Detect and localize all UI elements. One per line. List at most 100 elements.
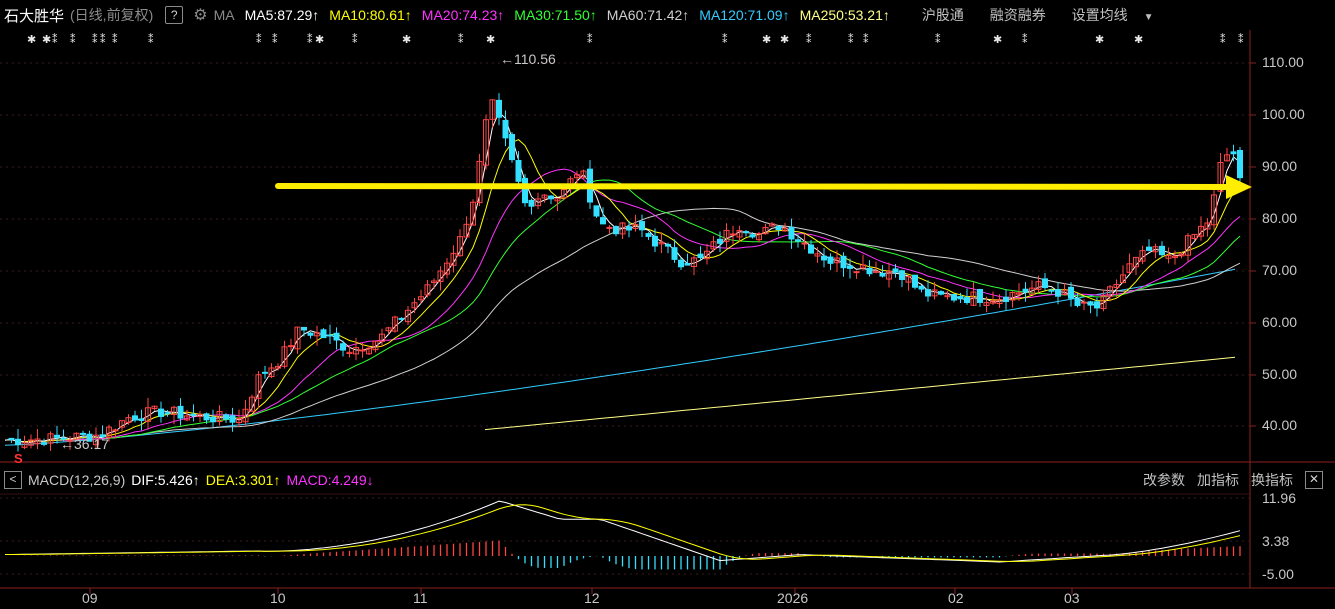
macd-tick-top: 11.96: [1262, 490, 1296, 506]
candle-body: [645, 233, 652, 237]
candle-body: [801, 242, 808, 245]
low-price-label: ←36.17: [60, 436, 109, 452]
candle-body: [775, 226, 782, 231]
price-tick-label: 90.00: [1262, 158, 1298, 174]
candle-body: [210, 416, 216, 423]
candle-body: [1003, 296, 1009, 303]
candle-body: [795, 239, 801, 242]
price-tick-label: 100.00: [1262, 106, 1305, 122]
price-tick-label: 80.00: [1262, 210, 1298, 226]
candle-body: [262, 371, 268, 374]
candle-body: [158, 408, 164, 417]
candle-body: [1048, 289, 1055, 292]
candle-body: [8, 437, 15, 440]
candle-body: [1087, 301, 1094, 306]
collapse-button[interactable]: <: [4, 471, 22, 489]
macd-dea-line: [5, 504, 1241, 563]
ma60-line: [4, 207, 1241, 443]
macd-dea-value: DEA:3.301: [205, 472, 274, 488]
candle-body: [190, 413, 197, 416]
macd-dea-arrow: ↑: [273, 472, 281, 488]
candle-body: [678, 259, 684, 268]
candle-body: [340, 343, 346, 351]
candle-body: [515, 160, 522, 182]
candle-body: [918, 285, 925, 290]
x-label-02: 02: [948, 590, 964, 606]
candle-body: [288, 345, 294, 348]
macd-value-arrow: ↓: [366, 472, 374, 488]
candle-body: [528, 199, 535, 207]
switch-indicator-button[interactable]: 换指标: [1251, 470, 1293, 490]
add-indicator-button[interactable]: 加指标: [1197, 470, 1239, 490]
macd-dif-value: DIF:5.426: [131, 472, 193, 488]
macd-value: MACD:4.249↓: [286, 472, 373, 488]
macd-dea: DEA:3.301↑: [206, 472, 281, 488]
candle-body: [203, 413, 210, 421]
candle-body: [613, 226, 619, 235]
s-marker-icon: S: [14, 451, 23, 466]
candle-body: [671, 247, 678, 260]
candle-body: [1055, 289, 1061, 297]
macd-label[interactable]: MACD(12,26,9): [28, 472, 125, 488]
candle-body: [229, 415, 236, 423]
candle-body: [15, 438, 21, 446]
candle-body: [938, 291, 944, 295]
kline-chart[interactable]: ←110.56 ←36.17 S: [0, 0, 1335, 609]
x-label-11: 11: [413, 590, 428, 606]
candle-body: [112, 429, 119, 432]
candle-body: [840, 255, 847, 269]
macd-value-text: MACD:4.249: [286, 472, 367, 488]
candle-body: [333, 332, 340, 341]
candle-body: [847, 265, 853, 269]
candle-body: [496, 99, 502, 118]
candle-body: [743, 231, 749, 234]
close-icon[interactable]: ✕: [1305, 471, 1323, 489]
candle-body: [320, 329, 327, 339]
candle-body: [879, 272, 886, 277]
candle-body: [652, 235, 658, 247]
ma30-line: [4, 179, 1241, 443]
candle-body: [41, 442, 47, 445]
ma250-line: [484, 356, 1236, 431]
macd-dif-line: [5, 500, 1241, 563]
price-tick-label: 40.00: [1262, 417, 1298, 433]
ma20-line: [4, 168, 1241, 443]
ma5-line: [4, 111, 1241, 444]
candle-body: [730, 233, 736, 236]
candle-body: [749, 234, 756, 238]
price-tick-label: 70.00: [1262, 262, 1298, 278]
candle-body: [1230, 151, 1237, 155]
candle-body: [697, 253, 704, 259]
x-label-12: 12: [584, 590, 600, 606]
candle-body: [1146, 246, 1152, 251]
candle-body: [717, 238, 723, 244]
candle-body: [808, 244, 814, 254]
candle-body: [1237, 150, 1243, 179]
candle-body: [132, 415, 138, 421]
candle-body: [626, 226, 632, 231]
candle-body: [80, 432, 86, 435]
candle-body: [853, 271, 860, 274]
candle-body: [1159, 245, 1165, 256]
candle-body: [1081, 301, 1087, 304]
candle-body: [899, 270, 905, 280]
macd-dif-arrow: ↑: [192, 472, 200, 488]
candle-body: [639, 221, 645, 231]
x-label-03: 03: [1064, 590, 1080, 606]
candle-body: [223, 414, 229, 420]
annotation-arrow-head: [1226, 175, 1252, 199]
candle-body: [821, 255, 827, 261]
candle-body: [1042, 278, 1048, 289]
candle-body: [892, 268, 899, 273]
candle-body: [925, 289, 931, 297]
candle-body: [307, 332, 314, 336]
x-label-10: 10: [270, 590, 286, 606]
candle-body: [977, 289, 983, 303]
candle-body: [788, 226, 795, 240]
candle-body: [301, 326, 307, 331]
change-params-button[interactable]: 改参数: [1143, 470, 1185, 490]
x-label-09: 09: [82, 590, 98, 606]
candle-body: [1094, 301, 1100, 309]
candle-body: [600, 217, 606, 225]
candle-body: [606, 226, 613, 229]
